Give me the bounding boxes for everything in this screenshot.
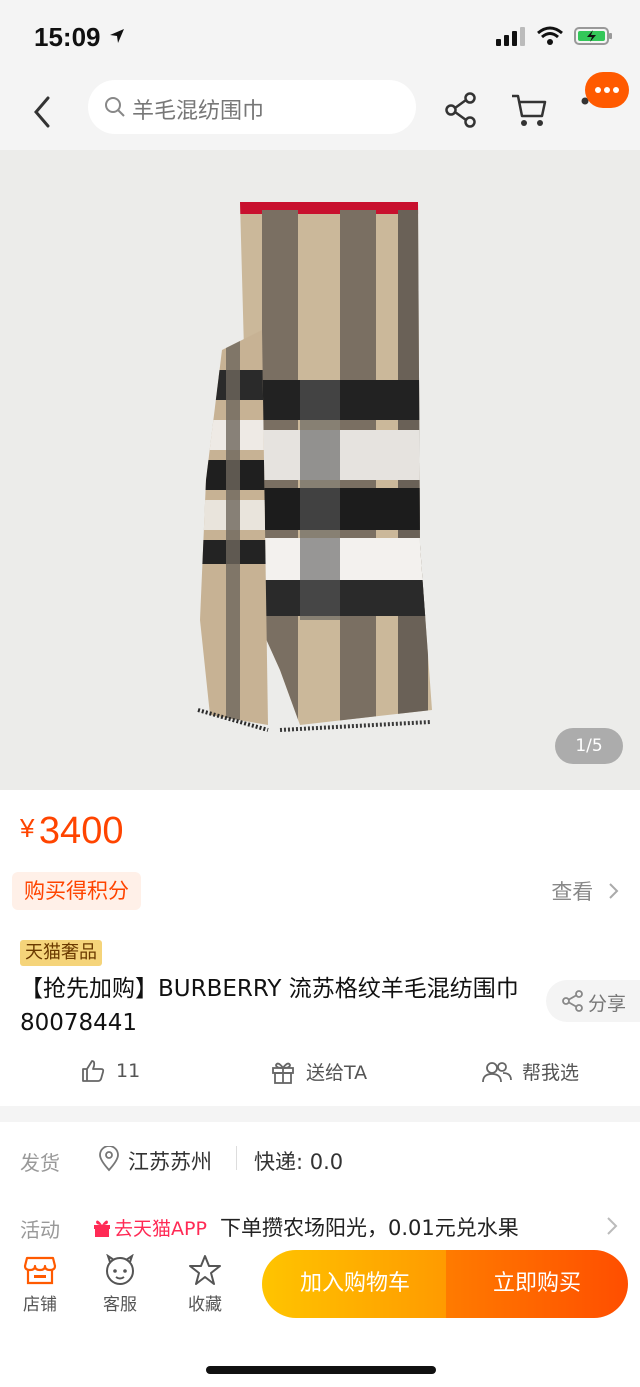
cellular-signal-icon bbox=[496, 27, 525, 46]
price-currency: ¥ bbox=[20, 813, 35, 843]
product-title: 【抢先加购】BURBERRY 流苏格纹羊毛混纺围巾 80078441 bbox=[20, 976, 519, 1036]
price: ¥ 3400 bbox=[20, 810, 123, 853]
tab-service[interactable]: 客服 bbox=[90, 1254, 150, 1315]
top-nav: 羊毛混纺围巾 bbox=[0, 78, 640, 150]
points-view-label: 查看 bbox=[551, 880, 594, 904]
chevron-right-icon[interactable] bbox=[606, 1216, 618, 1236]
points-view-link[interactable]: 查看 bbox=[551, 876, 620, 906]
buy-now-button[interactable]: 立即购买 bbox=[446, 1250, 628, 1318]
status-time: 15:09 bbox=[34, 22, 126, 53]
price-amount: 3400 bbox=[38, 810, 124, 852]
location-arrow-icon bbox=[109, 29, 124, 43]
star-icon bbox=[189, 1255, 221, 1285]
tab-store[interactable]: 店铺 bbox=[10, 1254, 70, 1315]
chevron-right-icon bbox=[609, 883, 619, 899]
tmall-luxury-tag: 天猫奢品 bbox=[20, 940, 102, 966]
image-counter: 1/5 bbox=[555, 728, 623, 764]
tab-service-label: 客服 bbox=[103, 1295, 137, 1315]
points-badge[interactable]: 购买得积分 bbox=[12, 872, 141, 910]
message-bubble-icon[interactable] bbox=[585, 72, 629, 108]
share-label: 分享 bbox=[588, 993, 627, 1015]
share-icon[interactable] bbox=[444, 92, 478, 128]
store-icon bbox=[23, 1256, 57, 1285]
promo-tag[interactable]: 去天猫APP bbox=[92, 1214, 207, 1241]
tab-favorite[interactable]: 收藏 bbox=[175, 1254, 235, 1315]
battery-charging-icon bbox=[574, 27, 612, 45]
product-image[interactable] bbox=[0, 150, 640, 790]
shipping-separator bbox=[236, 1146, 237, 1170]
status-time-text: 15:09 bbox=[34, 22, 101, 52]
home-indicator bbox=[206, 1366, 436, 1374]
section-divider bbox=[0, 1106, 640, 1122]
promo-label: 活动 bbox=[20, 1218, 60, 1242]
gift-box-icon bbox=[94, 1220, 110, 1237]
add-to-cart-button[interactable]: 加入购物车 bbox=[262, 1250, 448, 1318]
search-icon bbox=[105, 97, 125, 117]
shipping-label: 发货 bbox=[20, 1151, 60, 1175]
shipping-location: 江苏苏州 bbox=[128, 1150, 212, 1174]
promo-tag-text: 去天猫APP bbox=[114, 1218, 207, 1240]
gift-button[interactable]: 送给TA bbox=[270, 1058, 367, 1085]
thumbs-up-icon bbox=[82, 1060, 105, 1082]
search-query: 羊毛混纺围巾 bbox=[132, 99, 265, 124]
like-button[interactable]: 11 bbox=[80, 1058, 140, 1084]
tab-favorite-label: 收藏 bbox=[188, 1295, 222, 1315]
customer-service-icon bbox=[106, 1254, 134, 1285]
help-choose-button[interactable]: 帮我选 bbox=[482, 1058, 579, 1085]
tab-store-label: 店铺 bbox=[23, 1295, 57, 1315]
gift-label: 送给TA bbox=[306, 1062, 368, 1084]
scarf-image bbox=[197, 202, 432, 732]
share-small-icon bbox=[562, 990, 583, 1012]
shipping-fee: 快递: 0.0 bbox=[254, 1150, 344, 1174]
wifi-icon bbox=[537, 26, 563, 45]
people-icon bbox=[482, 1061, 512, 1082]
cart-icon[interactable] bbox=[510, 92, 548, 128]
promo-text: 下单攒农场阳光，0.01元兑水果 bbox=[220, 1216, 519, 1240]
share-button[interactable]: 分享 bbox=[546, 980, 640, 1022]
search-input[interactable]: 羊毛混纺围巾 bbox=[88, 80, 416, 134]
help-choose-label: 帮我选 bbox=[522, 1062, 580, 1084]
back-icon[interactable] bbox=[28, 92, 58, 132]
location-pin-icon bbox=[99, 1146, 119, 1172]
gift-icon bbox=[272, 1062, 294, 1084]
product-actions: 11 送给TA 帮我选 bbox=[0, 1052, 640, 1092]
status-bar: 15:09 bbox=[0, 0, 640, 78]
like-count: 11 bbox=[116, 1060, 141, 1082]
